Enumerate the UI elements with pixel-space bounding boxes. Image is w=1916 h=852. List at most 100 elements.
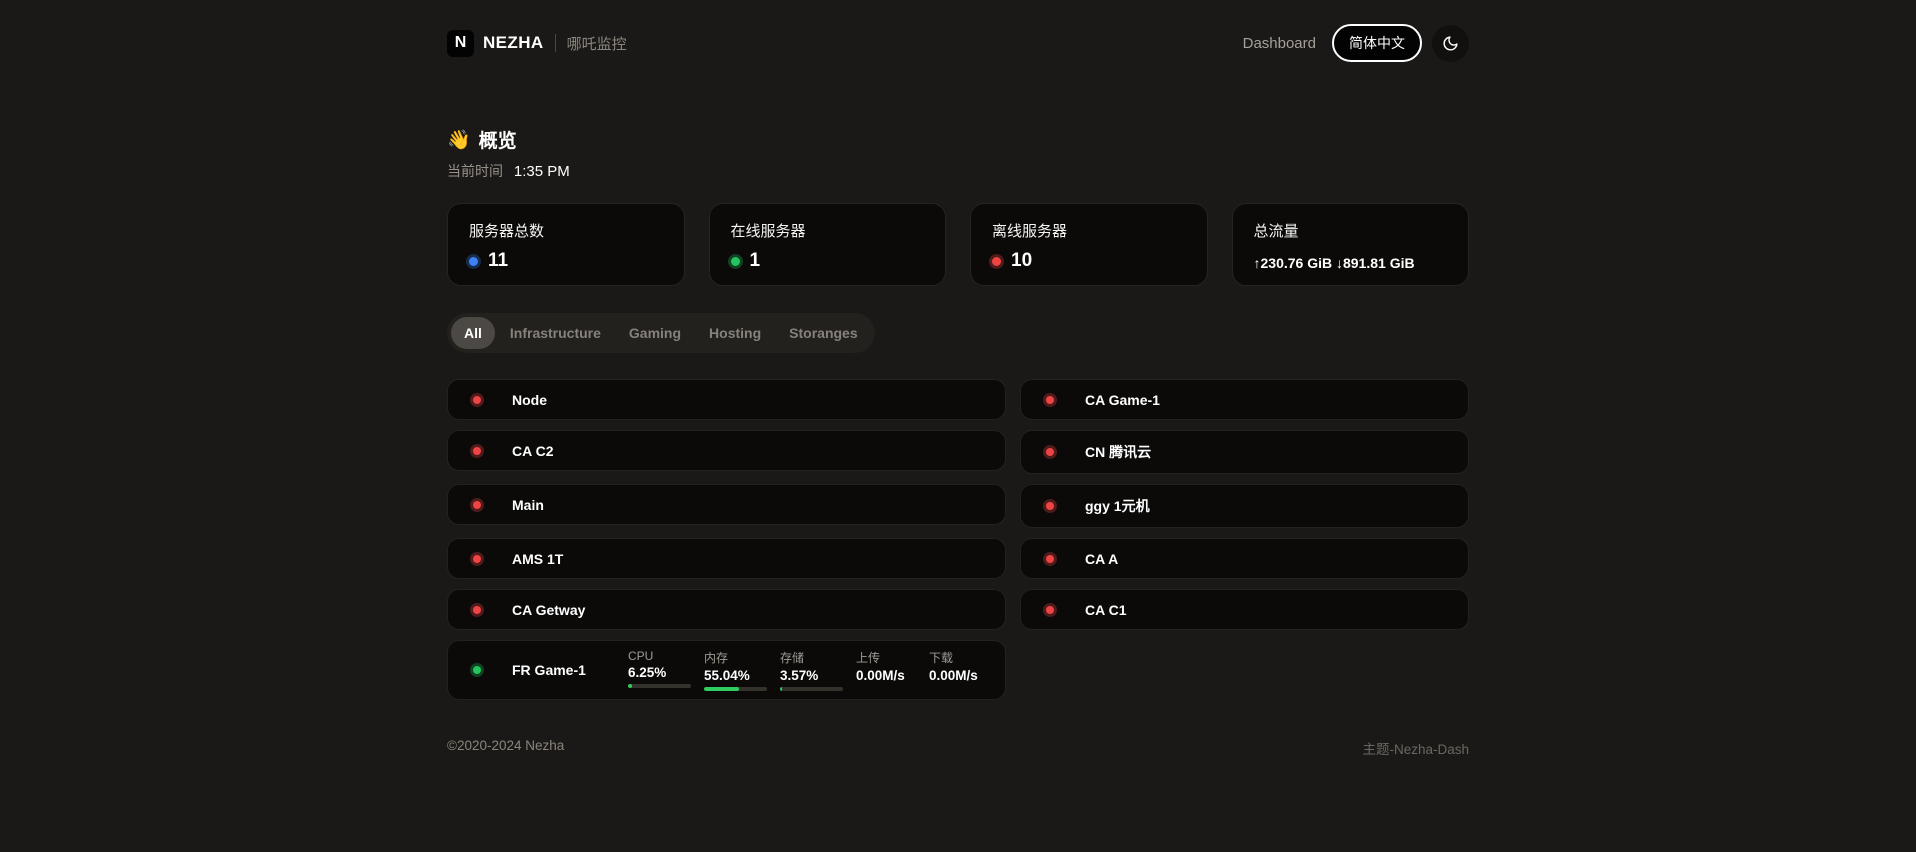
header-actions: Dashboard 简体中文 [1243, 24, 1469, 62]
metric-value: 6.25% [628, 665, 691, 680]
server-row[interactable]: ggy 1元机 [1020, 484, 1469, 528]
server-status-dot-icon [473, 666, 481, 674]
server-name: CA Game-1 [1085, 392, 1195, 408]
server-name: AMS 1T [512, 551, 622, 567]
page-title: 👋 概览 [447, 126, 1469, 153]
server-row[interactable]: CA Getway [447, 589, 1006, 630]
stat-card[interactable]: 离线服务器 10 [970, 203, 1208, 286]
server-row[interactable]: CA Game-1 [1020, 379, 1469, 420]
nav-dashboard-link[interactable]: Dashboard [1243, 35, 1316, 52]
server-name: CA C1 [1085, 602, 1195, 618]
stat-label: 服务器总数 [469, 220, 663, 241]
metric-column: 存储 3.57% [780, 649, 843, 691]
progress-bar-fill [704, 687, 739, 691]
wave-emoji-icon: 👋 [447, 128, 471, 152]
progress-bar-fill [628, 684, 632, 688]
server-row[interactable]: AMS 1T [447, 538, 1006, 579]
server-status-dot-icon [473, 555, 481, 563]
server-name: ggy 1元机 [1085, 496, 1195, 516]
page-title-text: 概览 [479, 126, 517, 153]
progress-bar [780, 687, 843, 691]
server-name: CA Getway [512, 602, 622, 618]
nezha-logo-icon: N [447, 30, 474, 57]
stat-value-row: ↑230.76 GiB ↓891.81 GiB [1254, 255, 1448, 271]
divider [555, 34, 556, 52]
stats-grid: 服务器总数 11 在线服务器 1 离线服务器 10 总流量 ↑230.76 GiB ↓891.… [447, 203, 1469, 286]
server-metrics: CPU 6.25% 内存 55.04% 存储 3.57% 上传 0.00M/s 下载 0.00M/… [628, 649, 989, 691]
server-name: FR Game-1 [512, 662, 622, 678]
server-status-dot-icon [1046, 502, 1054, 510]
server-row[interactable]: CA A [1020, 538, 1469, 579]
tab-hosting[interactable]: Hosting [696, 317, 774, 349]
header: N NEZHA 哪吒监控 Dashboard 简体中文 [447, 0, 1469, 62]
server-status-dot-icon [473, 447, 481, 455]
footer: ©2020-2024 Nezha 主题-Nezha-Dash [447, 738, 1469, 806]
server-row[interactable]: FR Game-1 CPU 6.25% 内存 55.04% 存储 3.57% 上传 0.00M/… [447, 640, 1006, 700]
server-row[interactable]: Main [447, 484, 1006, 525]
server-name: CN 腾讯云 [1085, 442, 1195, 462]
stat-value: 11 [488, 250, 508, 272]
status-dot-icon [469, 257, 478, 266]
server-row[interactable]: Node [447, 379, 1006, 420]
progress-bar [628, 684, 691, 688]
group-tabs: AllInfrastructureGamingHostingStoranges [447, 313, 875, 353]
current-time-row: 当前时间 1:35 PM [447, 161, 1469, 181]
progress-bar-fill [780, 687, 782, 691]
current-time-value: 1:35 PM [514, 163, 570, 180]
stat-label: 离线服务器 [992, 220, 1186, 241]
metric-value: 0.00M/s [856, 668, 916, 683]
server-row[interactable]: CN 腾讯云 [1020, 430, 1469, 474]
overview-section: 👋 概览 当前时间 1:35 PM 服务器总数 11 在线服务器 1 离线服务器 10 总流… [447, 126, 1469, 700]
stat-value: ↑230.76 GiB ↓891.81 GiB [1254, 255, 1415, 271]
footer-copyright: ©2020-2024 Nezha [447, 738, 564, 758]
stat-value: 1 [750, 250, 761, 272]
current-time-label: 当前时间 [447, 163, 503, 179]
server-row[interactable]: CA C1 [1020, 589, 1469, 630]
server-row[interactable]: CA C2 [447, 430, 1006, 471]
server-name: Main [512, 497, 622, 513]
stat-value-row: 1 [731, 250, 925, 272]
brand-name: NEZHA [483, 33, 544, 53]
stat-value-row: 10 [992, 250, 1186, 272]
server-name: Node [512, 392, 622, 408]
stat-card[interactable]: 在线服务器 1 [709, 203, 947, 286]
brand-subtitle: 哪吒监控 [567, 33, 627, 54]
moon-icon [1442, 35, 1459, 52]
stat-value: 10 [1011, 250, 1032, 272]
footer-theme-link[interactable]: 主题-Nezha-Dash [1362, 738, 1469, 758]
progress-bar [704, 687, 767, 691]
server-status-dot-icon [473, 396, 481, 404]
server-name: CA C2 [512, 443, 622, 459]
stat-label: 在线服务器 [731, 220, 925, 241]
server-status-dot-icon [473, 606, 481, 614]
metric-value: 3.57% [780, 668, 843, 683]
server-status-dot-icon [1046, 396, 1054, 404]
server-name: CA A [1085, 551, 1195, 567]
servers-grid: Node CA Game-1 CA C2 CN 腾讯云 Main ggy 1元机 AMS 1… [447, 379, 1469, 700]
server-status-dot-icon [1046, 448, 1054, 456]
stat-label: 总流量 [1254, 220, 1448, 241]
stat-value-row: 11 [469, 250, 663, 272]
metric-column: CPU 6.25% [628, 649, 691, 691]
metric-label: 存储 [780, 649, 843, 666]
metric-value: 0.00M/s [929, 668, 989, 683]
metric-label: 内存 [704, 649, 767, 666]
metric-value: 55.04% [704, 668, 767, 683]
status-dot-icon [731, 257, 740, 266]
metric-label: 上传 [856, 649, 916, 666]
server-status-dot-icon [473, 501, 481, 509]
language-button[interactable]: 简体中文 [1332, 24, 1422, 62]
metric-column: 下载 0.00M/s [929, 649, 989, 691]
stat-card[interactable]: 总流量 ↑230.76 GiB ↓891.81 GiB [1232, 203, 1470, 286]
server-status-dot-icon [1046, 606, 1054, 614]
metric-label: 下载 [929, 649, 989, 666]
tab-storanges[interactable]: Storanges [776, 317, 870, 349]
tab-gaming[interactable]: Gaming [616, 317, 694, 349]
metric-label: CPU [628, 649, 691, 663]
tab-infrastructure[interactable]: Infrastructure [497, 317, 614, 349]
stat-card[interactable]: 服务器总数 11 [447, 203, 685, 286]
theme-toggle-button[interactable] [1432, 25, 1469, 62]
tab-all[interactable]: All [451, 317, 495, 349]
brand-logo[interactable]: N NEZHA 哪吒监控 [447, 30, 627, 57]
metric-column: 上传 0.00M/s [856, 649, 916, 691]
